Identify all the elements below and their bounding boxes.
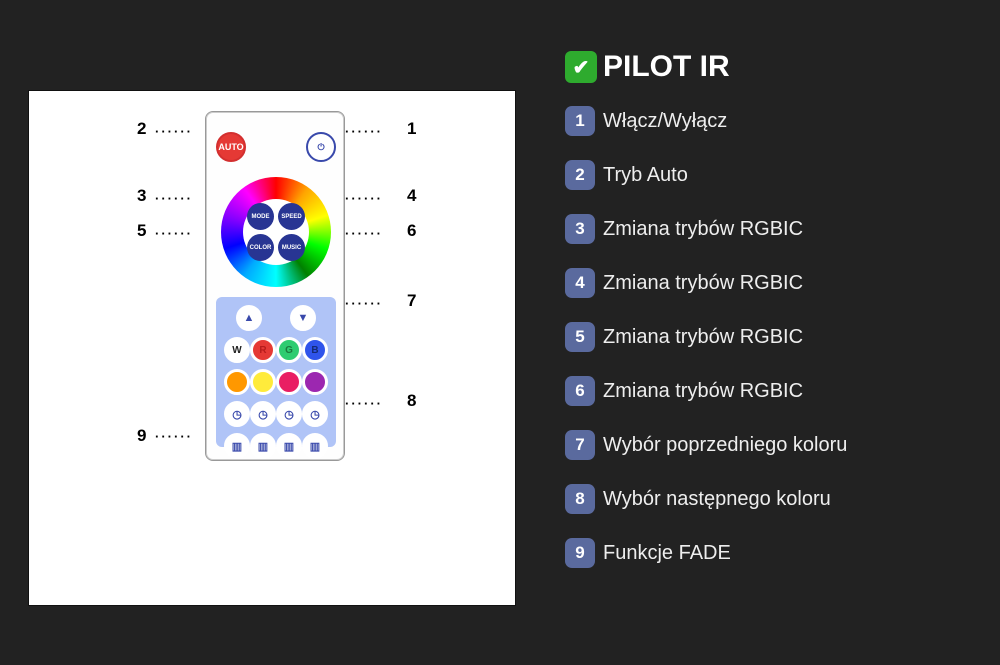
diagram-inner: AUTO ⏻ MODE SPEED COLOR MUSIC ▲ ▼ (29, 91, 515, 605)
diagram-panel: AUTO ⏻ MODE SPEED COLOR MUSIC ▲ ▼ (28, 90, 516, 606)
fade-button-3[interactable]: ▥ (276, 433, 302, 459)
legend-num-7: 7 (565, 430, 595, 460)
legend-num-4: 4 (565, 268, 595, 298)
color-wheel[interactable]: MODE SPEED COLOR MUSIC (221, 177, 331, 287)
callout-4: 4 (407, 186, 416, 206)
legend-num-2: 2 (565, 160, 595, 190)
legend-item-7: 7 Wybór poprzedniego koloru (565, 418, 975, 472)
color-white-button[interactable]: W (224, 337, 250, 363)
wheel-center: MODE SPEED COLOR MUSIC (243, 199, 309, 265)
power-button[interactable]: ⏻ (306, 132, 336, 162)
timer-button-1[interactable]: ◷ (224, 401, 250, 427)
remote-outline: AUTO ⏻ MODE SPEED COLOR MUSIC ▲ ▼ (205, 111, 345, 461)
color-blue-button[interactable]: B (302, 337, 328, 363)
legend-text-8: Wybór następnego koloru (603, 488, 831, 511)
leader-5: ······ (155, 226, 193, 241)
legend-item-4: 4 Zmiana trybów RGBIC (565, 256, 975, 310)
legend-num-9: 9 (565, 538, 595, 568)
legend-text-3: Zmiana trybów RGBIC (603, 218, 803, 241)
center-button-music[interactable]: MUSIC (278, 234, 305, 261)
legend-item-8: 8 Wybór następnego koloru (565, 472, 975, 526)
timer-button-3[interactable]: ◷ (276, 401, 302, 427)
auto-button[interactable]: AUTO (216, 132, 246, 162)
fade-button-1[interactable]: ▥ (224, 433, 250, 459)
legend-text-5: Zmiana trybów RGBIC (603, 326, 803, 349)
brightness-up-icon[interactable]: ▲ (236, 305, 262, 331)
callout-8: 8 (407, 391, 416, 411)
legend-num-8: 8 (565, 484, 595, 514)
legend-item-9: 9 Funkcje FADE (565, 526, 975, 580)
legend-item-2: 2 Tryb Auto (565, 148, 975, 202)
center-button-speed[interactable]: SPEED (278, 203, 305, 230)
color-yellow-button[interactable] (250, 369, 276, 395)
pad-row-fade: ▥ ▥ ▥ ▥ (222, 433, 330, 459)
timer-button-4[interactable]: ◷ (302, 401, 328, 427)
legend-num-1: 1 (565, 106, 595, 136)
leader-7: ······ (345, 296, 383, 311)
leader-6: ······ (345, 226, 383, 241)
legend-text-6: Zmiana trybów RGBIC (603, 380, 803, 403)
leader-4: ······ (345, 191, 383, 206)
title-text: PILOT IR (603, 50, 730, 84)
legend: ✔ PILOT IR 1 Włącz/Wyłącz 2 Tryb Auto 3 … (565, 50, 975, 580)
legend-num-6: 6 (565, 376, 595, 406)
callout-1: 1 (407, 119, 416, 139)
pad-row-timer: ◷ ◷ ◷ ◷ (222, 401, 330, 427)
callout-7: 7 (407, 291, 416, 311)
remote-top-row: AUTO ⏻ (216, 132, 336, 162)
legend-title: ✔ PILOT IR (565, 50, 975, 84)
legend-text-7: Wybór poprzedniego koloru (603, 434, 847, 457)
legend-item-6: 6 Zmiana trybów RGBIC (565, 364, 975, 418)
legend-text-2: Tryb Auto (603, 164, 688, 187)
color-green-button[interactable]: G (276, 337, 302, 363)
legend-num-5: 5 (565, 322, 595, 352)
page: AUTO ⏻ MODE SPEED COLOR MUSIC ▲ ▼ (0, 0, 1000, 665)
leader-1: ······ (345, 124, 383, 139)
leader-9: ······ (155, 429, 193, 444)
callout-9: 9 (137, 426, 146, 446)
pad-row-hues (222, 369, 330, 395)
legend-text-4: Zmiana trybów RGBIC (603, 272, 803, 295)
legend-num-3: 3 (565, 214, 595, 244)
callout-3: 3 (137, 186, 146, 206)
fade-button-4[interactable]: ▥ (302, 433, 328, 459)
timer-button-2[interactable]: ◷ (250, 401, 276, 427)
check-icon: ✔ (565, 51, 597, 83)
color-red-button[interactable]: R (250, 337, 276, 363)
center-button-color[interactable]: COLOR (247, 234, 274, 261)
legend-text-1: Włącz/Wyłącz (603, 110, 727, 133)
callout-2: 2 (137, 119, 146, 139)
legend-item-3: 3 Zmiana trybów RGBIC (565, 202, 975, 256)
pad-row-arrows: ▲ ▼ (222, 305, 330, 331)
leader-3: ······ (155, 191, 193, 206)
legend-text-9: Funkcje FADE (603, 542, 731, 565)
color-orange-button[interactable] (224, 369, 250, 395)
callout-5: 5 (137, 221, 146, 241)
color-magenta-button[interactable] (276, 369, 302, 395)
color-purple-button[interactable] (302, 369, 328, 395)
button-pad: ▲ ▼ W R G B (216, 297, 336, 447)
fade-button-2[interactable]: ▥ (250, 433, 276, 459)
leader-8: ······ (345, 396, 383, 411)
center-button-mode[interactable]: MODE (247, 203, 274, 230)
pad-row-wrgb: W R G B (222, 337, 330, 363)
brightness-down-icon[interactable]: ▼ (290, 305, 316, 331)
legend-item-1: 1 Włącz/Wyłącz (565, 94, 975, 148)
legend-item-5: 5 Zmiana trybów RGBIC (565, 310, 975, 364)
leader-2: ······ (155, 124, 193, 139)
callout-6: 6 (407, 221, 416, 241)
